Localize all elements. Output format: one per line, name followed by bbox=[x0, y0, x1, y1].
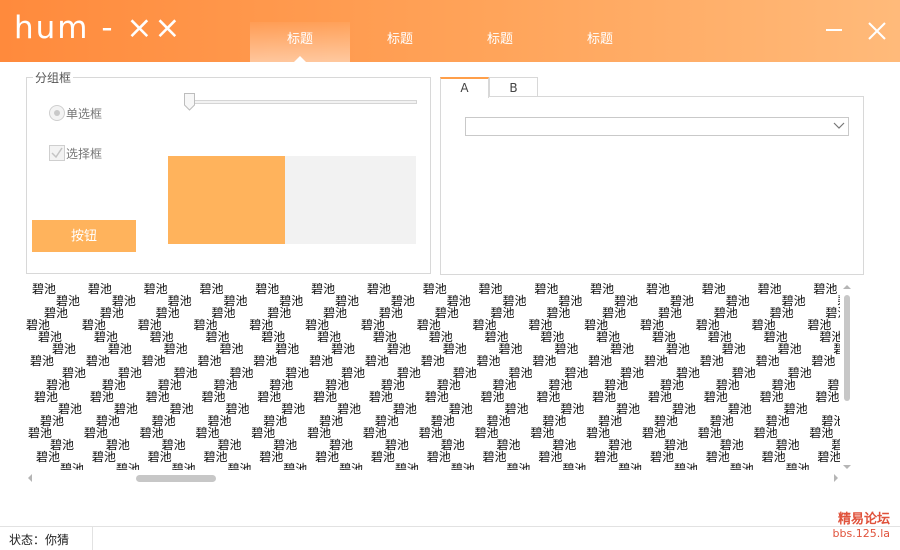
tab-label: A bbox=[460, 81, 469, 95]
radio-button[interactable]: 单选框 bbox=[49, 104, 102, 122]
vertical-scroll-thumb[interactable] bbox=[844, 295, 850, 401]
scroll-right-icon[interactable] bbox=[834, 474, 838, 482]
status-text: 状态：你猜 bbox=[9, 533, 70, 547]
slider-thumb[interactable] bbox=[184, 93, 195, 111]
radio-icon bbox=[49, 105, 65, 121]
active-tab-caret-icon bbox=[294, 56, 306, 62]
text-line: 碧池 碧池 碧池 碧池 碧池 碧池 碧池 碧池 碧池 碧池 碧池 碧池 碧池 碧… bbox=[60, 462, 840, 470]
scroll-down-icon[interactable] bbox=[843, 465, 851, 469]
horizontal-scrollbar[interactable] bbox=[26, 471, 840, 485]
nav-tab-label: 标题 bbox=[586, 32, 613, 47]
forum-watermark: 精易论坛 bbs.125.la bbox=[833, 512, 890, 540]
nav-tab-3[interactable]: 标题 bbox=[450, 22, 550, 62]
text-area[interactable]: 碧池 碧池 碧池 碧池 碧池 碧池 碧池 碧池 碧池 碧池 碧池 碧池 碧池 碧… bbox=[26, 283, 854, 485]
scroll-up-icon[interactable] bbox=[843, 285, 851, 289]
group-box-legend: 分组框 bbox=[33, 69, 74, 86]
text-area-content: 碧池 碧池 碧池 碧池 碧池 碧池 碧池 碧池 碧池 碧池 碧池 碧池 碧池 碧… bbox=[26, 283, 840, 470]
status-divider bbox=[92, 527, 93, 550]
tab-label: B bbox=[509, 81, 518, 95]
chevron-down-icon bbox=[833, 122, 845, 129]
close-icon bbox=[868, 22, 886, 40]
title-bar: hum - ×× 标题 标题 标题 标题 bbox=[0, 0, 900, 62]
tab-a[interactable]: A bbox=[440, 77, 489, 98]
combo-box[interactable] bbox=[465, 117, 849, 136]
nav-tab-label: 标题 bbox=[486, 32, 513, 47]
nav-tab-1[interactable]: 标题 bbox=[250, 22, 350, 62]
nav-tab-label: 标题 bbox=[286, 32, 313, 47]
horizontal-scroll-thumb[interactable] bbox=[136, 475, 216, 482]
scroll-left-icon[interactable] bbox=[28, 474, 32, 482]
status-bar: 状态：你猜 bbox=[0, 526, 900, 550]
watermark-url: bbs.125.la bbox=[832, 527, 890, 540]
tab-panel bbox=[440, 96, 864, 275]
group-box: 分组框 单选框 选择框 按钮 bbox=[26, 69, 431, 274]
checkbox-label: 选择框 bbox=[66, 146, 103, 161]
progress-fill bbox=[168, 156, 285, 244]
nav-tab-label: 标题 bbox=[386, 32, 413, 47]
vertical-scrollbar[interactable] bbox=[840, 283, 854, 473]
app-title: hum - ×× bbox=[14, 10, 183, 46]
checkbox-icon bbox=[49, 145, 65, 161]
button[interactable]: 按钮 bbox=[32, 220, 136, 252]
minimize-button[interactable] bbox=[822, 18, 848, 44]
nav-tab-2[interactable]: 标题 bbox=[350, 22, 450, 62]
radio-label: 单选框 bbox=[66, 106, 103, 121]
progress-bar bbox=[168, 156, 416, 244]
checkbox[interactable]: 选择框 bbox=[49, 144, 102, 162]
slider-track[interactable] bbox=[187, 100, 417, 104]
nav-tab-4[interactable]: 标题 bbox=[550, 22, 650, 62]
watermark-title: 精易论坛 bbox=[837, 512, 890, 527]
tab-b[interactable]: B bbox=[489, 77, 538, 97]
minimize-icon bbox=[826, 29, 842, 31]
close-button[interactable] bbox=[864, 18, 890, 44]
tab-control: A B bbox=[440, 77, 864, 275]
